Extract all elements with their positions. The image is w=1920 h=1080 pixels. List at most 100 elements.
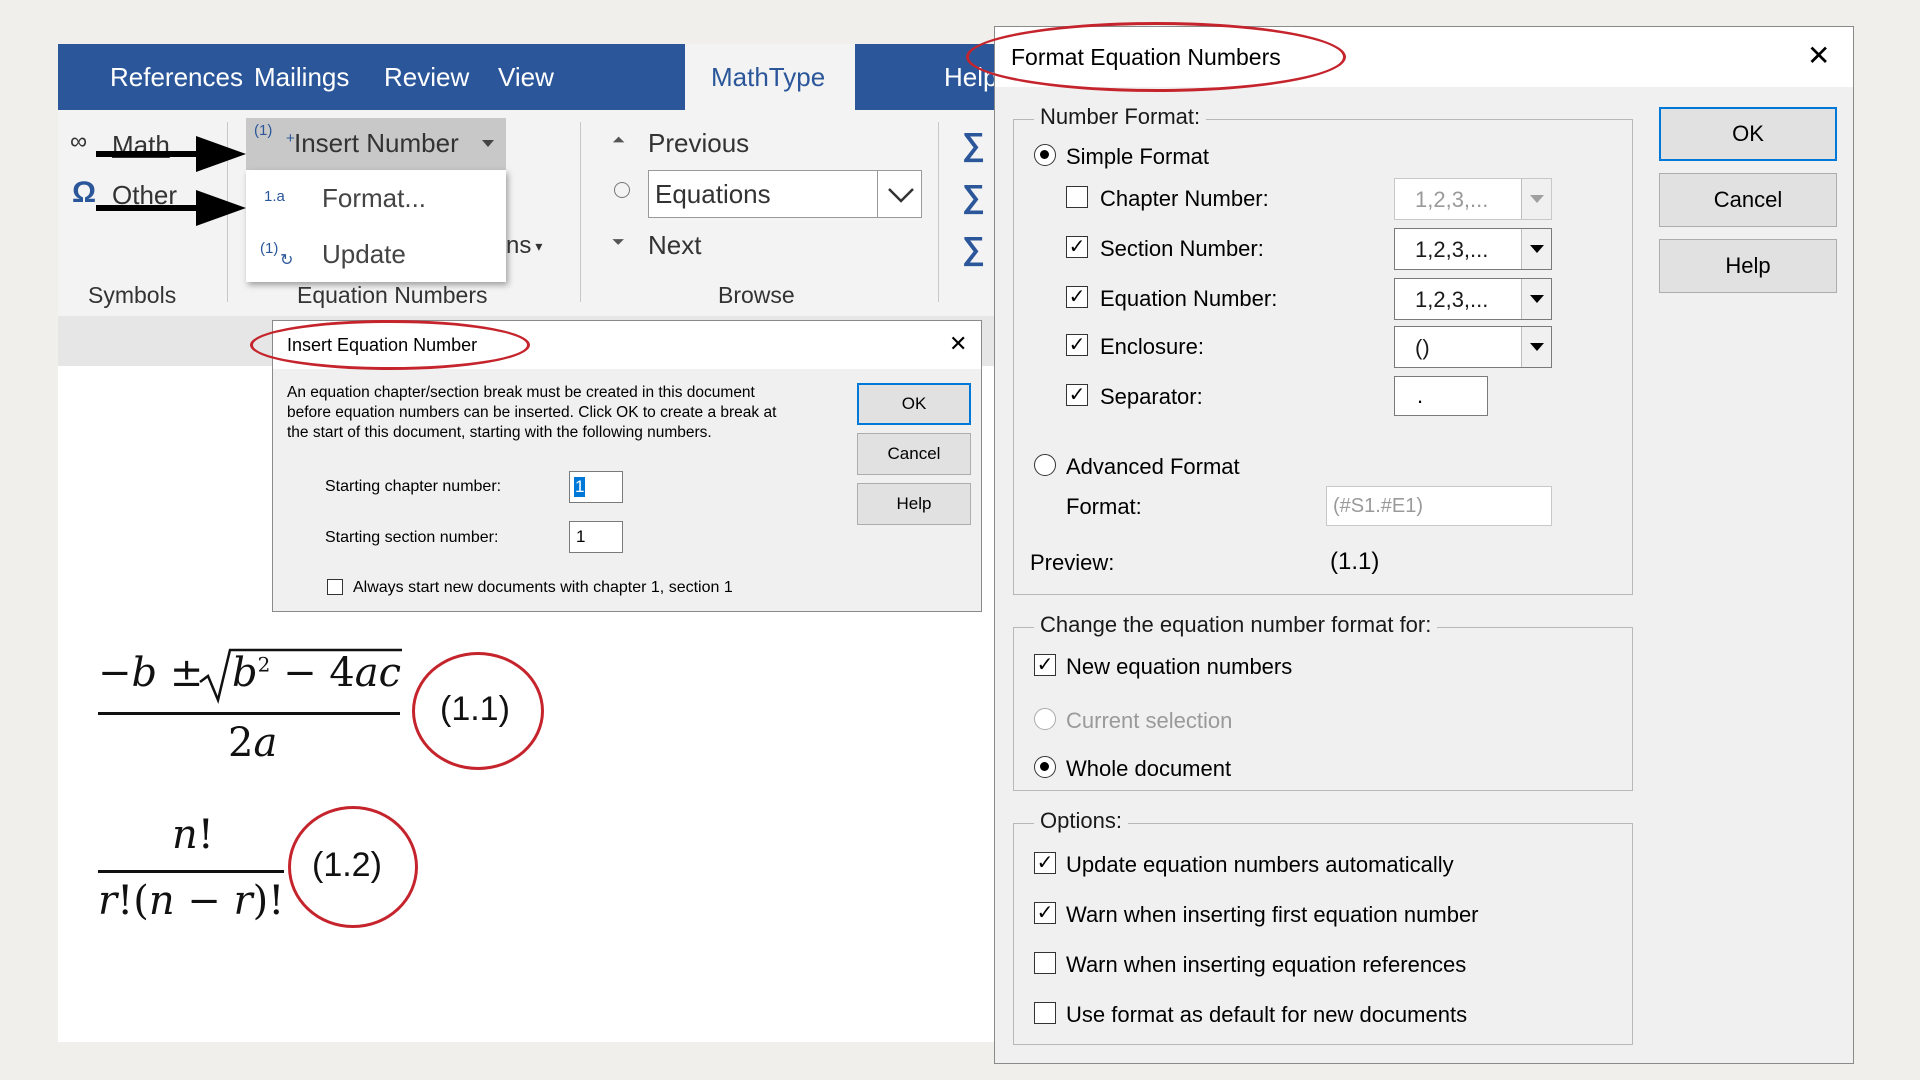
separator-value: . bbox=[1417, 383, 1424, 408]
cancel-button[interactable]: Cancel bbox=[857, 433, 971, 475]
always-start-label: Always start new documents with chapter … bbox=[353, 579, 733, 596]
separator-input[interactable]: . bbox=[1394, 376, 1488, 416]
warn-first-number-label: Warn when inserting first equation numbe… bbox=[1066, 902, 1479, 927]
fraction-bar bbox=[98, 712, 400, 715]
sigma-icon[interactable]: ∑ ∑ ∑ bbox=[962, 118, 985, 274]
change-format-legend: Change the equation number format for: bbox=[1034, 612, 1438, 638]
chevron-down-icon: ▾ bbox=[535, 238, 543, 255]
browse-target-icon bbox=[614, 182, 630, 198]
ok-button[interactable]: OK bbox=[857, 383, 971, 425]
quadratic-formula: −b ± b2 − 4ac 2a bbox=[98, 642, 404, 770]
tab-review[interactable]: Review bbox=[364, 44, 489, 110]
tab-view[interactable]: View bbox=[478, 44, 574, 110]
help-button[interactable]: Help bbox=[1659, 239, 1837, 293]
section-number-label: Section Number: bbox=[1100, 236, 1264, 261]
starting-section-label: Starting section number: bbox=[325, 529, 499, 546]
warn-first-number-checkbox[interactable]: ✓ bbox=[1034, 902, 1056, 924]
ok-button[interactable]: OK bbox=[1659, 107, 1837, 161]
section-number-value: 1,2,3,... bbox=[1415, 237, 1489, 262]
equation-number-checkbox[interactable]: ✓ bbox=[1066, 286, 1088, 308]
equation-number-value: 1,2,3,... bbox=[1415, 287, 1489, 312]
section-value: 1 bbox=[576, 527, 586, 546]
group-divider bbox=[580, 122, 581, 302]
format-label: Format: bbox=[1066, 494, 1142, 519]
warn-references-label: Warn when inserting equation references bbox=[1066, 952, 1467, 977]
warn-references-checkbox[interactable] bbox=[1034, 952, 1056, 974]
menu-item-format[interactable]: 1.a Format... bbox=[246, 170, 506, 226]
chapter-section-break-button-partial[interactable]: ns ▾ bbox=[506, 232, 542, 260]
math-symbols-button[interactable]: ∞ Math bbox=[70, 128, 170, 160]
annotation-ellipse bbox=[250, 320, 530, 370]
cancel-button[interactable]: Cancel bbox=[1659, 173, 1837, 227]
update-menu-label: Update bbox=[322, 239, 406, 269]
close-icon[interactable]: ✕ bbox=[1807, 39, 1830, 72]
enclosure-select[interactable]: () bbox=[1394, 326, 1552, 368]
chapter-number-checkbox[interactable] bbox=[1066, 186, 1088, 208]
enclosure-checkbox[interactable]: ✓ bbox=[1066, 334, 1088, 356]
new-equation-numbers-label: New equation numbers bbox=[1066, 654, 1293, 679]
enclosure-label: Enclosure: bbox=[1100, 334, 1204, 359]
format-equation-numbers-dialog: Format Equation Numbers ✕ Number Format:… bbox=[994, 26, 1854, 1064]
next-arrow-icon: ⏷ bbox=[612, 234, 625, 251]
starting-chapter-input[interactable]: 1 bbox=[569, 471, 623, 503]
enclosure-value: () bbox=[1415, 335, 1430, 360]
message-line: An equation chapter/section break must b… bbox=[287, 384, 755, 401]
chapter-number-value: 1,2,3,... bbox=[1415, 187, 1489, 212]
new-equation-numbers-checkbox[interactable]: ✓ bbox=[1034, 654, 1056, 676]
browse-target-value: Equations bbox=[655, 179, 771, 209]
tab-mathtype[interactable]: MathType bbox=[685, 44, 855, 110]
arrow-icon bbox=[96, 136, 246, 172]
next-label: Next bbox=[648, 230, 702, 260]
use-as-default-checkbox[interactable] bbox=[1034, 1002, 1056, 1024]
ribbon-tab-bar: References Mailings Review View MathType… bbox=[58, 44, 998, 110]
section-number-select[interactable]: 1,2,3,... bbox=[1394, 228, 1552, 270]
chevron-down-icon bbox=[1521, 327, 1551, 367]
dialog-message: An equation chapter/section break must b… bbox=[287, 383, 776, 443]
always-start-checkbox[interactable] bbox=[327, 579, 343, 595]
chevron-down-icon bbox=[482, 140, 494, 147]
tab-mailings[interactable]: Mailings bbox=[234, 44, 369, 110]
simple-format-radio[interactable] bbox=[1034, 144, 1056, 166]
preview-label: Preview: bbox=[1030, 550, 1115, 575]
options-group: Options: ✓ Update equation numbers autom… bbox=[1013, 808, 1633, 1045]
separator-label: Separator: bbox=[1100, 384, 1203, 409]
change-format-group: Change the equation number format for: ✓… bbox=[1013, 612, 1633, 791]
close-icon[interactable]: ✕ bbox=[949, 331, 967, 357]
update-automatically-checkbox[interactable]: ✓ bbox=[1034, 852, 1056, 874]
format-icon: 1.a bbox=[264, 188, 285, 205]
equation-number-label: Equation Number: bbox=[1100, 286, 1278, 311]
help-button[interactable]: Help bbox=[857, 483, 971, 525]
browse-group-label: Browse bbox=[718, 282, 795, 308]
equation-number-dropdown-menu: 1.a Format... (1) ↻ Update bbox=[246, 170, 506, 282]
symbols-group-label: Symbols bbox=[88, 282, 177, 308]
previous-label: Previous bbox=[648, 128, 750, 158]
chapter-number-select[interactable]: 1,2,3,... bbox=[1394, 178, 1552, 220]
other-symbols-button[interactable]: Ω Other bbox=[72, 176, 177, 210]
starting-section-input[interactable]: 1 bbox=[569, 521, 623, 553]
infinity-icon: ∞ bbox=[70, 128, 88, 155]
advanced-format-radio[interactable] bbox=[1034, 454, 1056, 476]
advanced-format-input[interactable]: (#S1.#E1) bbox=[1326, 486, 1552, 526]
annotation-ellipse bbox=[966, 22, 1346, 92]
current-selection-label: Current selection bbox=[1066, 708, 1233, 733]
equation-number-select[interactable]: 1,2,3,... bbox=[1394, 278, 1552, 320]
annotation-ellipse bbox=[412, 652, 544, 770]
browse-target-select[interactable]: Equations bbox=[648, 170, 922, 218]
chevron-down-icon bbox=[1521, 229, 1551, 269]
whole-document-radio[interactable] bbox=[1034, 756, 1056, 778]
message-line: before equation numbers can be inserted.… bbox=[287, 404, 777, 421]
arrow-icon bbox=[96, 190, 246, 226]
section-number-checkbox[interactable]: ✓ bbox=[1066, 236, 1088, 258]
chevron-down-icon bbox=[1521, 279, 1551, 319]
insert-number-button[interactable]: (1) + Insert Number bbox=[246, 118, 506, 170]
use-as-default-label: Use format as default for new documents bbox=[1066, 1002, 1468, 1027]
separator-checkbox[interactable]: ✓ bbox=[1066, 384, 1088, 406]
advanced-format-value: (#S1.#E1) bbox=[1333, 495, 1424, 517]
menu-item-update[interactable]: (1) ↻ Update bbox=[246, 226, 506, 282]
starting-chapter-label: Starting chapter number: bbox=[325, 478, 502, 495]
simple-format-label: Simple Format bbox=[1066, 144, 1210, 169]
current-selection-radio[interactable] bbox=[1034, 708, 1056, 730]
previous-arrow-icon: ⏶ bbox=[612, 132, 625, 149]
chevron-down-icon bbox=[888, 188, 914, 203]
number-format-legend: Number Format: bbox=[1034, 104, 1207, 130]
